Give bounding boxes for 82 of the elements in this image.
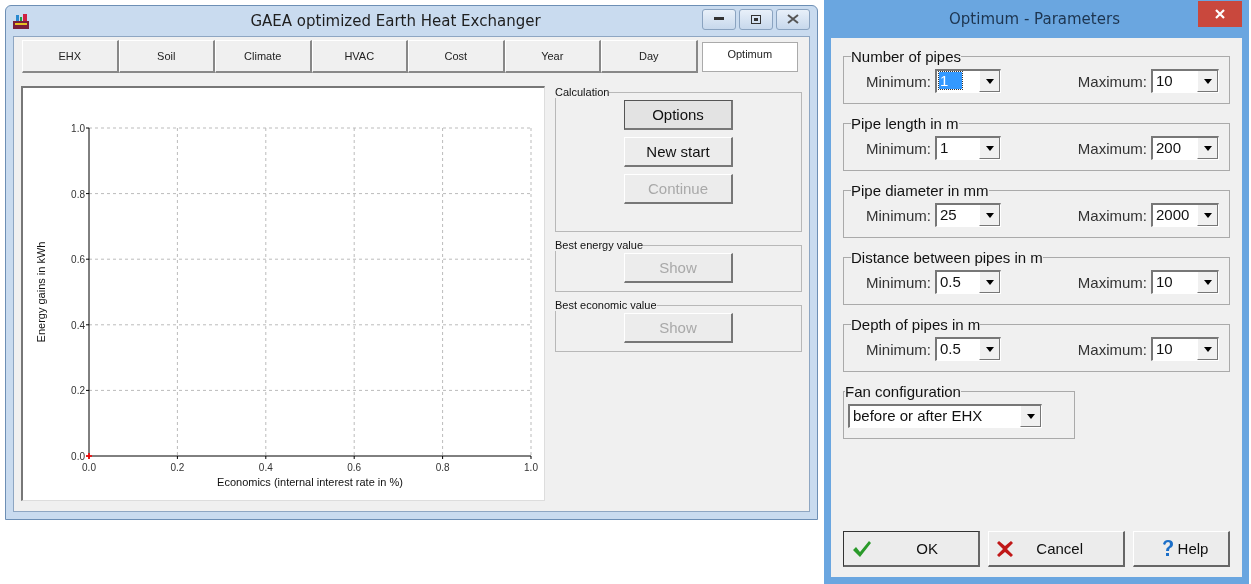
tick-label: 0.2 — [170, 462, 185, 473]
field-label: Maximum: — [1077, 273, 1147, 291]
close-icon — [787, 14, 799, 24]
minimize-button[interactable] — [702, 8, 736, 30]
dialog-button[interactable]: OK — [843, 531, 980, 567]
tick-label: 1.0 — [524, 462, 538, 473]
group-title: Depth of pipes in m — [851, 316, 981, 333]
dropdown-field[interactable]: 10 — [1151, 337, 1219, 361]
dropdown-field[interactable]: 2000 — [1151, 203, 1219, 227]
field-label: Maximum: — [1077, 72, 1147, 90]
x-axis-title: Economics (internal interest rate in %) — [217, 476, 403, 488]
field-label: Minimum: — [866, 273, 931, 291]
field-label: Minimum: — [866, 206, 931, 224]
dropdown-arrow-icon — [1203, 346, 1212, 352]
dropdown-field[interactable]: 0.5 — [935, 337, 1001, 361]
tab[interactable]: Climate — [215, 40, 312, 73]
dropdown-arrow-icon — [1026, 413, 1035, 419]
tick-label: 1.0 — [71, 123, 85, 134]
dropdown-field[interactable]: before or after EHX — [848, 404, 1042, 428]
group-title: Best energy value — [555, 239, 644, 251]
field-label: Minimum: — [866, 139, 931, 157]
dropdown-field[interactable]: 10 — [1151, 69, 1219, 93]
tick-label: 0.0 — [71, 451, 85, 462]
dropdown-field[interactable]: 25 — [935, 203, 1001, 227]
check-icon — [852, 539, 872, 558]
dropdown-arrow-icon — [985, 279, 994, 285]
push-button[interactable]: New start — [624, 137, 733, 167]
tab[interactable]: EHX — [22, 40, 119, 73]
tick-label: 0.0 — [82, 462, 96, 473]
close-icon — [1215, 9, 1225, 19]
tab[interactable]: Cost — [408, 40, 505, 73]
dropdown-field[interactable]: 200 — [1151, 136, 1219, 160]
dropdown-field[interactable]: 0.5 — [935, 270, 1001, 294]
dialog-button[interactable]: Help — [1133, 531, 1230, 567]
group-title: Best economic value — [555, 299, 657, 311]
dialog-title: Optimum - Parameters — [948, 10, 1121, 28]
close-button[interactable] — [776, 8, 810, 30]
tab[interactable]: Year — [504, 40, 601, 73]
cross-icon — [997, 540, 1013, 557]
group-title: Fan configuration — [845, 383, 961, 400]
app-icon — [13, 13, 29, 29]
tab[interactable]: Day — [601, 40, 698, 73]
group-title: Distance between pipes in m — [851, 249, 1043, 266]
tick-label: 0.8 — [435, 462, 450, 473]
minimize-icon — [714, 17, 724, 21]
field-label: Maximum: — [1077, 206, 1147, 224]
dropdown-arrow-icon — [1203, 145, 1212, 151]
tick-label: 0.4 — [71, 319, 85, 331]
field-label: Minimum: — [866, 72, 931, 90]
tick-label: 0.4 — [258, 462, 273, 473]
field-label: Minimum: — [866, 340, 931, 358]
dropdown-arrow-icon — [985, 212, 994, 218]
tick-label: 0.6 — [347, 462, 362, 473]
dropdown-arrow-icon — [1203, 78, 1212, 84]
tab[interactable]: Soil — [118, 40, 215, 73]
tab[interactable]: Optimum — [701, 42, 798, 72]
y-axis-title: Energy gains in kWh — [35, 241, 47, 343]
maximize-button[interactable] — [739, 8, 773, 30]
dropdown-field[interactable]: 10 — [1151, 270, 1219, 294]
dialog-button[interactable]: Cancel — [988, 531, 1125, 567]
dropdown-arrow-icon — [1203, 212, 1212, 218]
group-title: Number of pipes — [851, 48, 962, 65]
push-button[interactable]: Options — [624, 100, 733, 130]
question-mark-icon — [1161, 539, 1174, 558]
dropdown-arrow-icon — [985, 346, 994, 352]
window-title: GAEA optimized Earth Heat Exchanger — [249, 12, 542, 30]
tick-label: 0.2 — [71, 385, 85, 397]
group-title: Pipe diameter in mm — [851, 182, 989, 199]
dropdown-field[interactable]: 1 — [935, 136, 1001, 160]
dropdown-arrow-icon — [985, 78, 994, 84]
group-title: Calculation — [555, 86, 610, 98]
maximize-icon — [751, 14, 761, 24]
close-button[interactable] — [1198, 1, 1242, 27]
field-label: Maximum: — [1077, 340, 1147, 358]
data-point — [85, 452, 93, 460]
tick-label: 0.8 — [71, 188, 85, 200]
dropdown-arrow-icon — [985, 145, 994, 151]
dropdown-arrow-icon — [1203, 279, 1212, 285]
tick-label: 0.6 — [71, 254, 85, 266]
field-label: Maximum: — [1077, 139, 1147, 157]
group-title: Pipe length in m — [851, 115, 959, 132]
tab[interactable]: HVAC — [311, 40, 408, 73]
